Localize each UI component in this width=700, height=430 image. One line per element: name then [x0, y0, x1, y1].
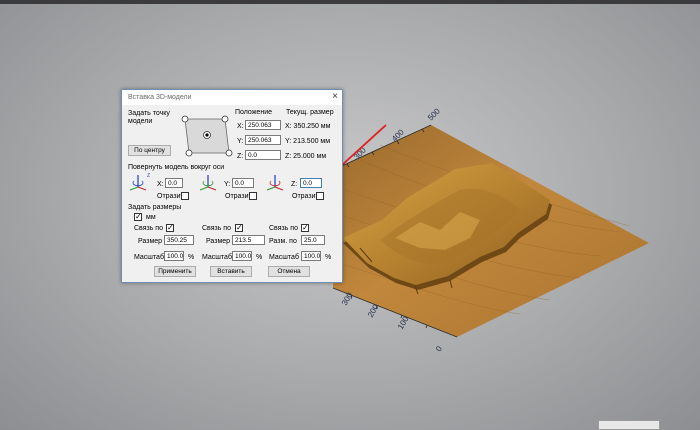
insert-3d-model-dialog: Вставка 3D-модели × Задать точку модели … [121, 89, 343, 283]
mirror-x-label: Отразит [157, 193, 184, 200]
rot-x-field[interactable]: 0.0 [165, 178, 183, 188]
link-z-label: Связь по [269, 225, 298, 232]
link-y-checkbox[interactable]: ✓ [235, 224, 243, 232]
link-x-checkbox[interactable]: ✓ [166, 224, 174, 232]
size-x-readout: X: 350.250 мм [285, 123, 331, 130]
dialog-titlebar: Вставка 3D-модели × [122, 90, 342, 105]
anchor-point-label: Задать точку модели [128, 110, 170, 125]
rot-z-label: Z: [291, 181, 298, 188]
cancel-button[interactable]: Отмена [268, 266, 310, 277]
status-box [598, 420, 660, 430]
pos-y-field[interactable]: 250.063 [245, 135, 281, 145]
insert-button[interactable]: Вставить [210, 266, 252, 277]
anchor-point-selector[interactable] [179, 115, 235, 157]
pos-y-label: Y: [237, 138, 244, 145]
depth-field[interactable]: 25.0 [301, 235, 325, 245]
mirror-x-checkbox[interactable] [181, 192, 189, 200]
dialog-title: Вставка 3D-модели [128, 94, 192, 101]
link-z-checkbox[interactable]: ✓ [301, 224, 309, 232]
width-label: Размер [138, 238, 163, 245]
mirror-y-checkbox[interactable] [249, 192, 257, 200]
axis-z-icon [266, 175, 284, 191]
link-y-label: Связь по [202, 225, 231, 232]
ruler-label-500: 500 [426, 106, 442, 122]
scale-y-field[interactable]: 100.0 [232, 251, 252, 261]
ruler-label-bottom-0: 0 [434, 344, 444, 353]
3d-viewport[interactable]: 500 400 300 200 300 200 100 0 [0, 4, 700, 430]
axis-x-icon [129, 175, 147, 191]
depth-label: Разм. по [269, 238, 297, 245]
mirror-z-checkbox[interactable] [316, 192, 324, 200]
axis-x-z-tag: Z [147, 173, 151, 179]
set-sizes-label: Задать размеры [128, 204, 182, 211]
scale-y-percent: % [256, 254, 263, 261]
scale-x-percent: % [188, 254, 195, 261]
height-field[interactable]: 213.5 [232, 235, 265, 245]
link-x-label: Связь по [134, 225, 163, 232]
pos-x-field[interactable]: 250.063 [245, 120, 281, 130]
size-y-readout: Y: 213.500 мм [285, 138, 331, 145]
pos-x-label: X: [237, 123, 244, 130]
rot-z-field[interactable]: 0.0 [300, 178, 322, 188]
pos-z-label: Z: [237, 153, 244, 160]
scale-x-label: Масштаб [134, 254, 164, 261]
axis-y-icon [199, 175, 217, 191]
rotate-label: Повернуть модель вокруг оси [128, 164, 225, 171]
scale-z-label: Масштаб [269, 254, 299, 261]
mirror-y-label: Отразит [225, 193, 252, 200]
current-size-label: Текущ. размер [286, 109, 334, 116]
pos-z-field[interactable]: 0.0 [245, 150, 281, 160]
size-z-readout: Z: 25.000 мм [285, 153, 327, 160]
close-icon[interactable]: × [332, 91, 338, 103]
mm-checkbox[interactable]: ✓ [134, 213, 142, 221]
mirror-z-label: Отразит [292, 193, 319, 200]
width-field[interactable]: 350.25 [164, 235, 194, 245]
scale-z-percent: % [325, 254, 332, 261]
rot-x-label: X: [157, 181, 164, 188]
rot-y-label: Y: [224, 181, 231, 188]
center-button[interactable]: По центру [128, 145, 171, 156]
scale-x-field[interactable]: 100.0 [164, 251, 184, 261]
apply-button[interactable]: Применить [154, 266, 196, 277]
position-label: Положение [235, 109, 272, 116]
scale-z-field[interactable]: 100.0 [301, 251, 321, 261]
height-label: Размер [206, 238, 231, 245]
mm-label: мм [146, 214, 156, 221]
scale-y-label: Масштаб [202, 254, 232, 261]
rot-y-field[interactable]: 0.0 [232, 178, 254, 188]
